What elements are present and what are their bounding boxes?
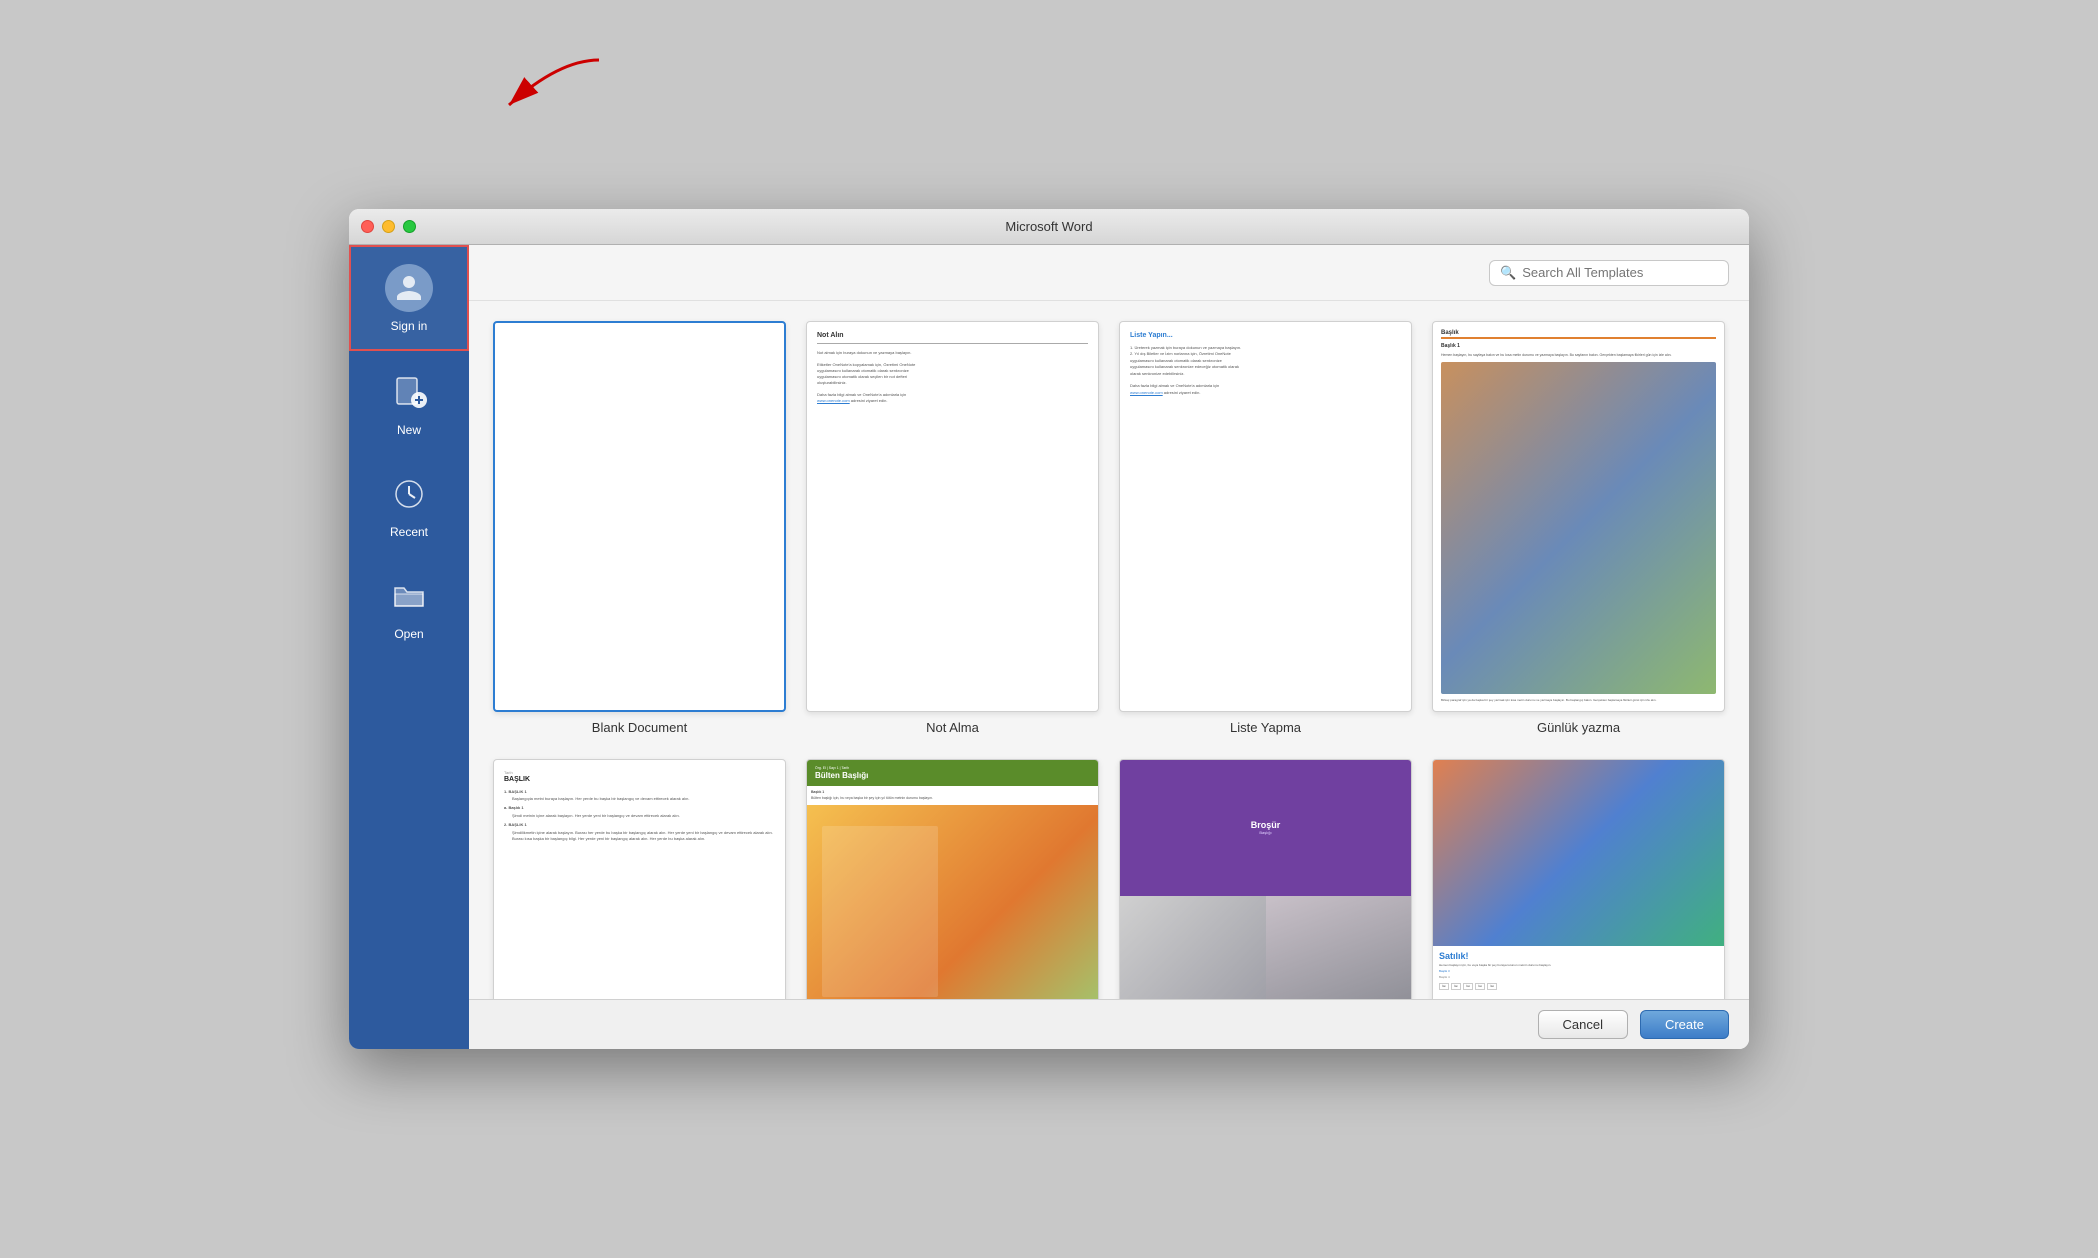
gunluk-thumb: Başlık Başlık 1 Hemen başlayın, bu sayfa…	[1432, 321, 1725, 712]
template-bulten[interactable]: Örg. El | Sayı 1 | Tarih Bülten Başlığı …	[806, 759, 1099, 999]
folder-icon	[384, 571, 434, 621]
open-label: Open	[394, 627, 423, 641]
avatar-icon	[384, 263, 434, 313]
sidebar-item-recent[interactable]: Recent	[349, 453, 469, 555]
recent-label: Recent	[390, 525, 428, 539]
templates-grid: Blank Document Not Alın Not almak için b…	[493, 321, 1725, 999]
app-window: Microsoft Word Sign in	[349, 209, 1749, 1049]
template-el-ilani[interactable]: Satılık! Hemen başlayın için, bu veya ba…	[1432, 759, 1725, 999]
main-body: Sign in New	[349, 245, 1749, 1049]
sidebar-item-open[interactable]: Open	[349, 555, 469, 657]
brosur-thumb: Broşür Başlığı Alt Başlık	[1119, 759, 1412, 999]
sidebar-item-signin[interactable]: Sign in	[349, 245, 469, 351]
close-button[interactable]	[361, 220, 374, 233]
liste-thumb: Liste Yapın... 1. Üreterek yazmak için b…	[1119, 321, 1412, 712]
templates-area: Blank Document Not Alın Not almak için b…	[469, 301, 1749, 999]
traffic-lights	[361, 220, 416, 233]
template-brosur[interactable]: Broşür Başlığı Alt Başlık	[1119, 759, 1412, 999]
anahat-thumb: Tarih BAŞLIK 1. BAŞLIK 1 Başlangıçta met…	[493, 759, 786, 999]
bulten-thumb: Örg. El | Sayı 1 | Tarih Bülten Başlığı …	[806, 759, 1099, 999]
sidebar-item-new[interactable]: New	[349, 351, 469, 453]
template-liste[interactable]: Liste Yapın... 1. Üreterek yazmak için b…	[1119, 321, 1412, 735]
new-label: New	[397, 423, 421, 437]
template-blank-name: Blank Document	[592, 720, 687, 735]
el-ilani-thumb: Satılık! Hemen başlayın için, bu veya ba…	[1432, 759, 1725, 999]
template-not-alma[interactable]: Not Alın Not almak için buraya dokunun v…	[806, 321, 1099, 735]
clock-icon	[384, 469, 434, 519]
template-anahat[interactable]: Tarih BAŞLIK 1. BAŞLIK 1 Başlangıçta met…	[493, 759, 786, 999]
minimize-button[interactable]	[382, 220, 395, 233]
content-area: 🔍 Blank Document Not A	[469, 245, 1749, 1049]
not-alma-thumb: Not Alın Not almak için buraya dokunun v…	[806, 321, 1099, 712]
template-not-alma-name: Not Alma	[926, 720, 979, 735]
template-blank[interactable]: Blank Document	[493, 321, 786, 735]
search-box[interactable]: 🔍	[1489, 260, 1729, 286]
content-header: 🔍	[469, 245, 1749, 301]
signin-label: Sign in	[391, 319, 428, 333]
blank-thumb	[493, 321, 786, 712]
title-bar: Microsoft Word	[349, 209, 1749, 245]
search-input[interactable]	[1522, 265, 1718, 280]
window-title: Microsoft Word	[1005, 219, 1092, 234]
template-liste-name: Liste Yapma	[1230, 720, 1301, 735]
cancel-button[interactable]: Cancel	[1538, 1010, 1628, 1039]
template-gunluk[interactable]: Başlık Başlık 1 Hemen başlayın, bu sayfa…	[1432, 321, 1725, 735]
maximize-button[interactable]	[403, 220, 416, 233]
new-doc-icon	[384, 367, 434, 417]
template-gunluk-name: Günlük yazma	[1537, 720, 1620, 735]
search-icon: 🔍	[1500, 265, 1516, 281]
sidebar: Sign in New	[349, 245, 469, 1049]
create-button[interactable]: Create	[1640, 1010, 1729, 1039]
footer: Cancel Create	[469, 999, 1749, 1049]
